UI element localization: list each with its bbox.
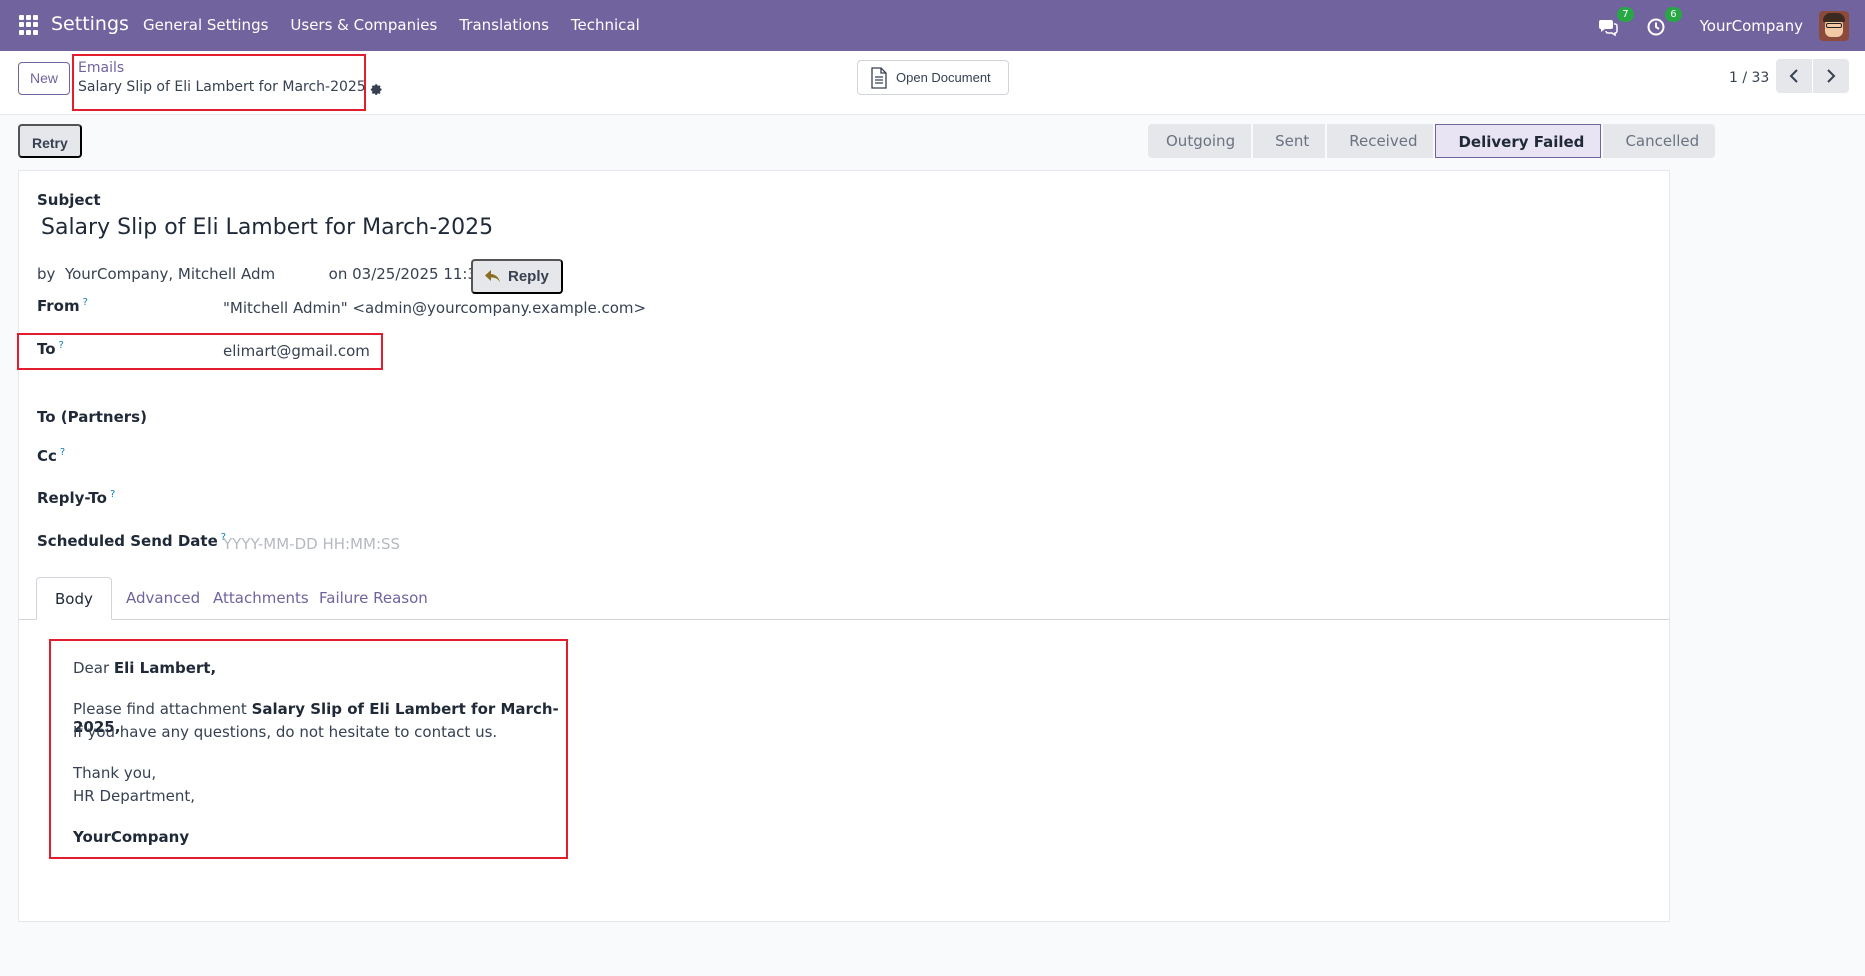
- menu-general-settings[interactable]: General Settings: [143, 16, 268, 34]
- subject-label: Subject: [37, 191, 101, 209]
- stage-outgoing[interactable]: Outgoing: [1148, 124, 1252, 158]
- messages-badge: 7: [1617, 6, 1634, 22]
- app-brand[interactable]: Settings: [51, 13, 129, 35]
- body-signature: YourCompany: [73, 828, 190, 846]
- breadcrumb-current: Salary Slip of Eli Lambert for March-202…: [78, 79, 366, 95]
- retry-button[interactable]: Retry: [18, 124, 82, 158]
- pager-next-button[interactable]: [1813, 59, 1849, 93]
- user-avatar[interactable]: [1819, 10, 1849, 41]
- apps-menu-icon[interactable]: [19, 15, 39, 35]
- tab-failure-reason[interactable]: Failure Reason: [301, 577, 446, 620]
- notebook-tabs: Body Advanced Attachments Failure Reason: [19, 577, 1669, 620]
- status-bar: Outgoing Sent Received Delivery Failed C…: [1148, 124, 1716, 158]
- open-document-button[interactable]: Open Document: [857, 60, 1009, 95]
- open-document-label: Open Document: [896, 70, 991, 85]
- from-value[interactable]: "Mitchell Admin" <admin@yourcompany.exam…: [223, 299, 646, 317]
- to-value[interactable]: elimart@gmail.com: [223, 342, 370, 360]
- pager-previous-button[interactable]: [1776, 59, 1812, 93]
- author-value[interactable]: YourCompany, Mitchell Adm: [65, 265, 275, 283]
- body-department: HR Department,: [73, 787, 196, 805]
- body-line-questions: If you have any questions, do not hesita…: [73, 723, 498, 741]
- to-partners-label: To (Partners): [37, 408, 147, 426]
- scheduled-date-input[interactable]: YYYY-MM-DD HH:MM:SS: [223, 535, 400, 553]
- reply-icon: [485, 270, 500, 283]
- breadcrumb-emails[interactable]: Emails: [78, 60, 124, 76]
- reply-to-label: Reply-To?: [37, 489, 116, 507]
- cc-label: Cc?: [37, 447, 66, 465]
- main-menu: General Settings Users & Companies Trans…: [143, 16, 662, 34]
- chevron-left-icon: [1789, 69, 1798, 83]
- date-prefix: on: [328, 265, 348, 283]
- scheduled-date-label: Scheduled Send Date?: [37, 532, 227, 550]
- tab-body[interactable]: Body: [36, 577, 112, 620]
- company-switcher[interactable]: YourCompany: [1700, 17, 1803, 35]
- gear-icon[interactable]: [369, 81, 383, 95]
- from-label: From?: [37, 297, 88, 315]
- menu-users-companies[interactable]: Users & Companies: [290, 16, 437, 34]
- chevron-right-icon: [1827, 69, 1836, 83]
- top-navbar: Settings General Settings Users & Compan…: [0, 0, 1865, 51]
- to-label: To?: [37, 340, 64, 358]
- author-line: by YourCompany, Mitchell Adm on 03/25/20…: [37, 265, 511, 283]
- control-panel: New Emails Salary Slip of Eli Lambert fo…: [0, 51, 1865, 115]
- activities-icon[interactable]: 6: [1646, 6, 1682, 38]
- subject-value[interactable]: Salary Slip of Eli Lambert for March-202…: [41, 215, 493, 240]
- document-icon: [871, 66, 887, 89]
- stage-received[interactable]: Received: [1327, 124, 1434, 158]
- messages-icon[interactable]: 7: [1598, 6, 1634, 38]
- body-thanks: Thank you,: [73, 764, 157, 782]
- email-body[interactable]: Dear Eli Lambert, Please find attachment…: [49, 639, 568, 859]
- stage-cancelled[interactable]: Cancelled: [1603, 124, 1716, 158]
- form-sheet: Subject Salary Slip of Eli Lambert for M…: [17, 170, 1670, 922]
- new-button[interactable]: New: [18, 62, 71, 95]
- reply-label: Reply: [508, 268, 549, 285]
- menu-technical[interactable]: Technical: [571, 16, 640, 34]
- systray: 7 6 YourCompany: [1598, 0, 1865, 51]
- pager-value[interactable]: 1 / 33: [1729, 70, 1769, 86]
- menu-translations[interactable]: Translations: [459, 16, 549, 34]
- by-prefix: by: [37, 265, 56, 283]
- reply-button[interactable]: Reply: [471, 259, 563, 294]
- activities-badge: 6: [1665, 6, 1682, 22]
- stage-delivery-failed[interactable]: Delivery Failed: [1435, 124, 1602, 158]
- body-greeting: Dear Eli Lambert,: [73, 659, 217, 677]
- stage-sent[interactable]: Sent: [1253, 124, 1326, 158]
